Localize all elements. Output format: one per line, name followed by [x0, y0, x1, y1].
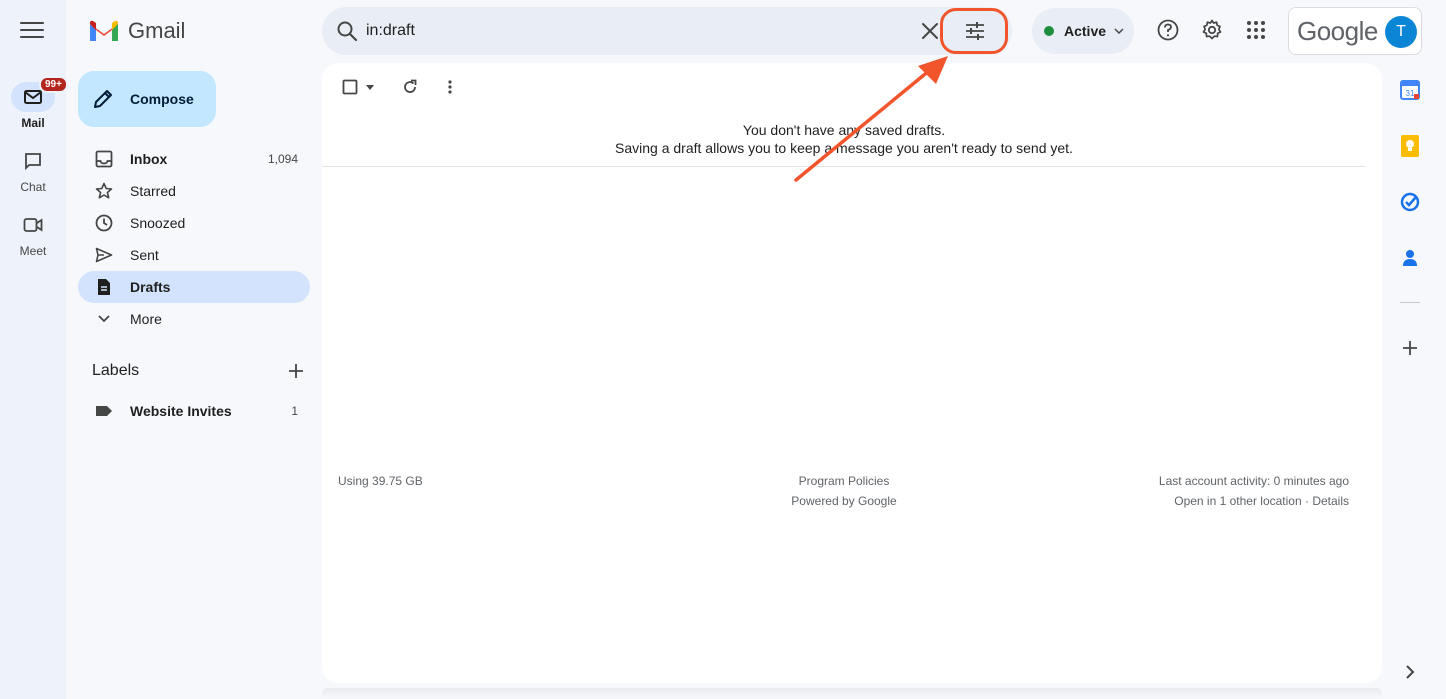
search-bar — [322, 7, 1012, 55]
empty-state-line2: Saving a draft allows you to keep a mess… — [615, 140, 1073, 156]
empty-state-message: You don't have any saved drafts. Saving … — [322, 121, 1366, 157]
contacts-icon — [1403, 250, 1417, 266]
main-menu-icon[interactable] — [20, 22, 44, 40]
select-checkbox[interactable] — [340, 77, 360, 97]
more-options-button[interactable] — [440, 77, 460, 97]
rail-item-chat[interactable]: Chat — [0, 146, 66, 194]
svg-text:31: 31 — [1406, 89, 1415, 98]
help-icon[interactable] — [1156, 18, 1180, 42]
sidebar-item-label: More — [130, 311, 162, 327]
rail-item-meet[interactable]: Meet — [0, 210, 66, 258]
search-input[interactable] — [366, 17, 906, 45]
mail-icon — [24, 90, 42, 104]
powered-by-text: Powered by Google — [791, 494, 897, 508]
avatar[interactable]: T — [1385, 16, 1417, 48]
calendar-app[interactable]: 31 — [1398, 78, 1422, 102]
sidebar-item-inbox[interactable]: Inbox 1,094 — [78, 143, 310, 175]
sidebar-item-label: Drafts — [130, 279, 171, 295]
label-item-website-invites[interactable]: Website Invites 1 — [78, 395, 310, 427]
calendar-icon: 31 — [1400, 80, 1420, 100]
account-switcher[interactable]: Google T — [1288, 7, 1422, 55]
clear-search-icon[interactable] — [920, 21, 940, 41]
rail-label-mail: Mail — [21, 116, 45, 130]
unread-badge: 99+ — [39, 76, 68, 93]
more-vert-icon — [448, 80, 452, 94]
tasks-app[interactable] — [1398, 190, 1422, 214]
footer-links: Program Policies Powered by Google — [744, 471, 944, 511]
main-content: You don't have any saved drafts. Saving … — [322, 63, 1382, 683]
rail-label-meet: Meet — [19, 244, 47, 258]
compose-label: Compose — [130, 91, 194, 107]
compose-button[interactable]: Compose — [78, 71, 216, 127]
refresh-icon — [404, 79, 417, 93]
apps-grid-icon[interactable] — [1244, 18, 1268, 42]
label-count: 1 — [291, 404, 298, 418]
add-addon-button[interactable] — [1398, 336, 1422, 360]
program-policies-link[interactable]: Program Policies — [744, 471, 944, 491]
last-activity-text: Last account activity: 0 minutes ago — [1158, 474, 1349, 488]
tasks-icon — [1400, 192, 1420, 212]
annotation-highlight-circle — [940, 8, 1008, 54]
sidebar-item-starred[interactable]: Starred — [78, 175, 310, 207]
label-tag-icon — [96, 406, 112, 416]
account-activity: Last account activity: 0 minutes ago Ope… — [1159, 471, 1349, 511]
clock-icon — [95, 214, 113, 232]
add-label-icon[interactable] — [288, 363, 304, 379]
rail-item-mail[interactable]: 99+ Mail — [0, 76, 68, 130]
list-toolbar — [340, 77, 460, 97]
chevron-down-icon — [1114, 28, 1124, 34]
empty-state-line1: You don't have any saved drafts. — [742, 122, 946, 138]
keep-icon — [1401, 135, 1419, 157]
app-name: Gmail — [128, 18, 186, 43]
chevron-right-icon[interactable] — [1404, 664, 1416, 680]
labels-title: Labels — [92, 362, 140, 379]
sidebar-item-label: Starred — [130, 183, 176, 199]
settings-gear-icon[interactable] — [1200, 18, 1224, 42]
sidebar-item-label: Sent — [130, 247, 159, 263]
inbox-count: 1,094 — [267, 152, 298, 166]
select-dropdown[interactable] — [362, 77, 378, 97]
sidebar-item-snoozed[interactable]: Snoozed — [78, 207, 310, 239]
divider — [322, 166, 1366, 167]
status-dropdown[interactable]: Active — [1032, 8, 1134, 54]
star-icon — [95, 182, 113, 199]
sidebar-item-sent[interactable]: Sent — [78, 239, 310, 271]
keep-app[interactable] — [1398, 134, 1422, 158]
gmail-m-icon — [90, 20, 118, 41]
checkbox-icon — [342, 79, 358, 95]
main-bottom-edge — [322, 688, 1382, 699]
search-icon[interactable] — [336, 20, 358, 42]
rail-label-chat: Chat — [20, 180, 46, 194]
details-link[interactable]: Open in 1 other location · Details — [1159, 491, 1349, 511]
send-icon — [95, 247, 113, 263]
sidebar-item-label: Snoozed — [130, 215, 186, 231]
inbox-icon — [95, 150, 113, 168]
left-rail: 99+ Mail Chat Meet — [0, 0, 68, 699]
sidebar-item-label: Inbox — [130, 151, 168, 167]
google-brand: Google — [1297, 15, 1378, 46]
video-icon — [23, 218, 43, 232]
pencil-icon — [94, 90, 112, 108]
plus-icon — [1403, 341, 1417, 355]
storage-usage[interactable]: Using 39.75 GB — [338, 471, 423, 491]
status-label: Active — [1064, 23, 1107, 39]
active-dot — [1044, 26, 1054, 36]
sidebar-item-more[interactable]: More — [78, 303, 310, 335]
sidebar-item-drafts[interactable]: Drafts — [78, 271, 310, 303]
caret-down-icon — [366, 84, 374, 90]
chevron-down-icon — [98, 315, 110, 323]
gmail-logo[interactable]: Gmail — [88, 18, 185, 44]
contacts-app[interactable] — [1398, 246, 1422, 270]
side-panel-divider — [1400, 302, 1420, 303]
draft-icon — [98, 279, 110, 295]
refresh-button[interactable] — [400, 77, 420, 97]
label-name: Website Invites — [130, 403, 232, 419]
chat-icon — [25, 153, 41, 170]
labels-header: Labels — [92, 362, 304, 380]
